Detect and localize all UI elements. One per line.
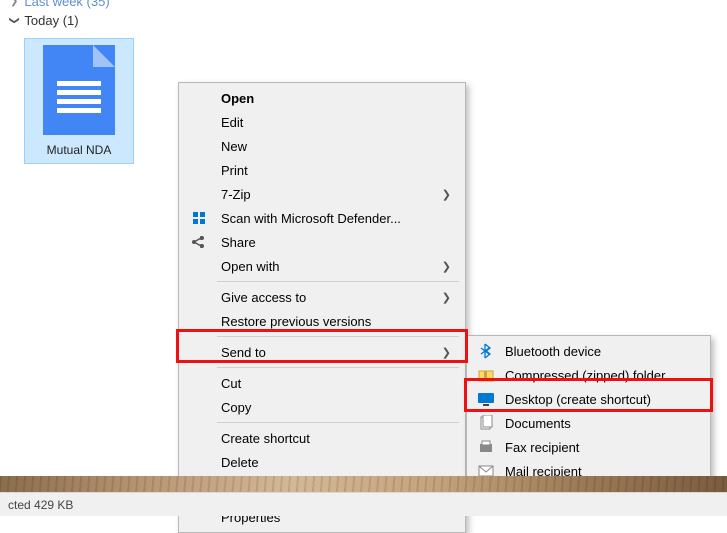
group-label: Last week (35)	[24, 0, 109, 9]
chevron-down-icon: ❯	[9, 16, 20, 24]
desktop-background-strip	[0, 476, 727, 492]
menu-copy[interactable]: Copy	[181, 395, 463, 419]
shield-icon	[191, 210, 207, 226]
bluetooth-icon	[477, 343, 495, 359]
group-last-week[interactable]: ❯ Last week (35)	[0, 0, 727, 11]
file-item[interactable]: Mutual NDA	[24, 38, 134, 164]
send-to-submenu: Bluetooth device Compressed (zipped) fol…	[466, 335, 711, 487]
menu-cut[interactable]: Cut	[181, 371, 463, 395]
menu-edit[interactable]: Edit	[181, 110, 463, 134]
menu-defender[interactable]: Scan with Microsoft Defender...	[181, 206, 463, 230]
separator	[217, 281, 459, 282]
submenu-documents[interactable]: Documents	[469, 411, 708, 435]
chevron-right-icon: ❯	[442, 346, 451, 359]
context-menu: Open Edit New Print 7-Zip❯ Scan with Mic…	[178, 82, 466, 533]
menu-create-shortcut[interactable]: Create shortcut	[181, 426, 463, 450]
menu-open[interactable]: Open	[181, 86, 463, 110]
submenu-bluetooth[interactable]: Bluetooth device	[469, 339, 708, 363]
fax-icon	[477, 439, 495, 455]
share-icon	[191, 234, 207, 250]
separator	[217, 367, 459, 368]
documents-icon	[477, 415, 495, 431]
menu-7zip[interactable]: 7-Zip❯	[181, 182, 463, 206]
status-text: cted 429 KB	[8, 498, 73, 512]
chevron-right-icon: ❯	[442, 188, 451, 201]
monitor-icon	[477, 391, 495, 407]
submenu-compressed[interactable]: Compressed (zipped) folder	[469, 363, 708, 387]
group-label: Today (1)	[24, 13, 78, 28]
chevron-right-icon: ❯	[442, 291, 451, 304]
file-name: Mutual NDA	[31, 143, 127, 157]
menu-print[interactable]: Print	[181, 158, 463, 182]
menu-new[interactable]: New	[181, 134, 463, 158]
zip-folder-icon	[477, 367, 495, 383]
submenu-fax[interactable]: Fax recipient	[469, 435, 708, 459]
menu-share[interactable]: Share	[181, 230, 463, 254]
group-today[interactable]: ❯ Today (1)	[0, 11, 727, 30]
menu-delete[interactable]: Delete	[181, 450, 463, 474]
chevron-right-icon: ❯	[442, 260, 451, 273]
chevron-right-icon: ❯	[10, 0, 18, 7]
submenu-desktop-shortcut[interactable]: Desktop (create shortcut)	[469, 387, 708, 411]
menu-give-access[interactable]: Give access to❯	[181, 285, 463, 309]
menu-open-with[interactable]: Open with❯	[181, 254, 463, 278]
separator	[217, 422, 459, 423]
menu-restore[interactable]: Restore previous versions	[181, 309, 463, 333]
separator	[217, 336, 459, 337]
document-icon	[43, 45, 115, 135]
status-bar: cted 429 KB	[0, 492, 727, 516]
menu-send-to[interactable]: Send to❯	[181, 340, 463, 364]
